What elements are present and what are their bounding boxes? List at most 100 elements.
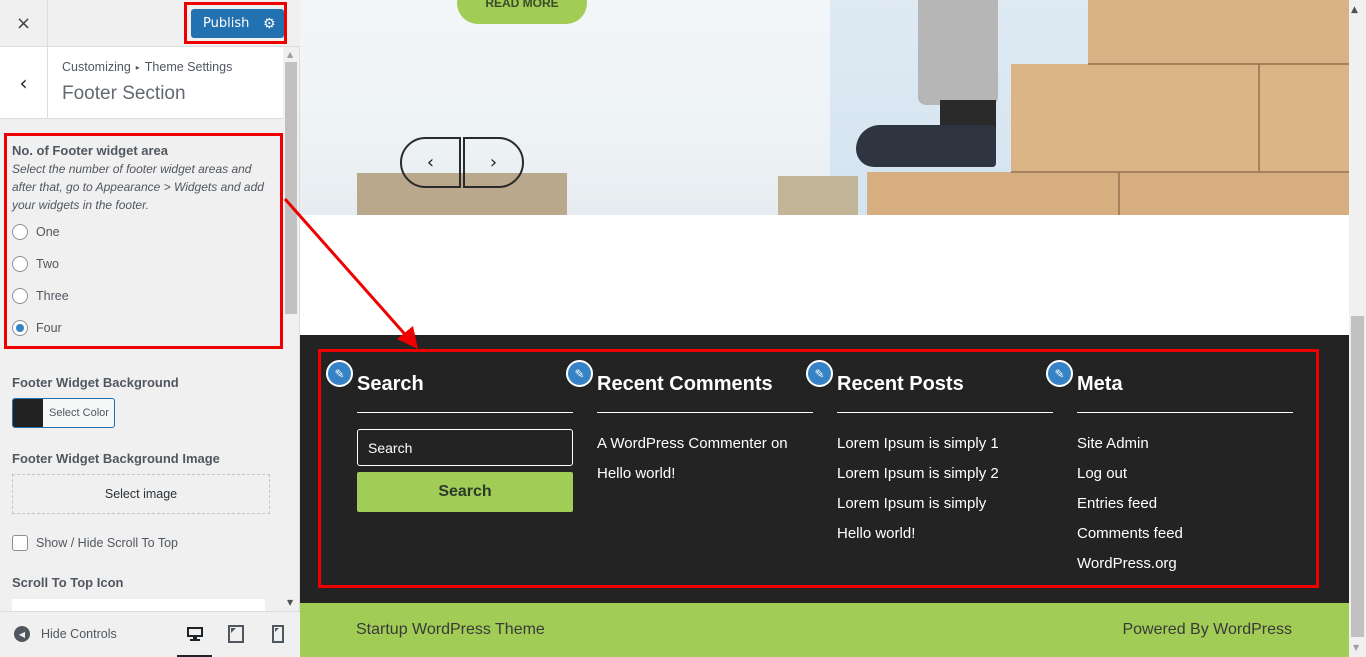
widget-list: Lorem Ipsum is simply 1 Lorem Ipsum is si… <box>837 429 999 549</box>
stone-joint <box>1011 171 1349 173</box>
customizer-header: × Publish ⚙ <box>0 0 300 47</box>
color-swatch <box>13 399 43 427</box>
breadcrumb-separator-icon: ▸ <box>135 63 140 72</box>
person-shoe <box>856 125 996 167</box>
widget-list-link[interactable]: Log out <box>1077 459 1183 489</box>
scroll-to-top-checkbox[interactable] <box>12 535 28 551</box>
gear-icon[interactable]: ⚙ <box>263 16 276 32</box>
scroll-to-top-toggle-control: Show / Hide Scroll To Top <box>12 535 178 551</box>
customizer-footer: ◀ Hide Controls <box>0 611 300 657</box>
widget-area-radio-group: One Two Three Four <box>12 216 267 344</box>
device-desktop-button[interactable] <box>177 624 212 657</box>
radio-label: Two <box>36 257 59 271</box>
breadcrumb: Customizing ▸ Theme Settings <box>62 60 232 74</box>
radio-option-one[interactable]: One <box>12 216 267 248</box>
stone-step <box>1011 64 1349 172</box>
footer-widgets-section: ✎ Search Search Search ✎ Recent Comments A Wor… <box>300 335 1349 603</box>
radio-option-four[interactable]: Four <box>12 312 267 344</box>
search-input[interactable]: Search <box>357 429 573 466</box>
collapse-arrow-icon: ◀ <box>14 626 30 642</box>
footer-widget-area-label: No. of Footer widget area <box>12 143 169 158</box>
radio-option-three[interactable]: Three <box>12 280 267 312</box>
read-more-button[interactable]: READ MORE <box>457 0 587 24</box>
widget-list-link[interactable]: Site Admin <box>1077 429 1183 459</box>
scroll-down-arrow-icon[interactable]: ▼ <box>1353 643 1359 652</box>
widget-title-divider <box>597 412 813 413</box>
radio-button[interactable] <box>12 224 28 240</box>
radio-button[interactable] <box>12 320 28 336</box>
widget-background-image-control: Footer Widget Background Image Select im… <box>12 451 270 514</box>
breadcrumb-current: Theme Settings <box>144 60 233 74</box>
copyright-bar: Startup WordPress Theme Powered By WordP… <box>300 603 1349 657</box>
mobile-icon <box>272 625 284 643</box>
widget-title-divider <box>357 412 573 413</box>
edit-widget-pencil-icon[interactable]: ✎ <box>326 360 353 387</box>
widget-list: A WordPress Commenter on Hello world! <box>597 429 788 489</box>
section-header: ‹ Customizing ▸ Theme Settings Footer Sect… <box>0 47 283 119</box>
chevron-right-icon: › <box>489 152 498 173</box>
edit-widget-pencil-icon[interactable]: ✎ <box>566 360 593 387</box>
widget-list-link[interactable]: A WordPress Commenter on <box>597 429 788 459</box>
radio-option-two[interactable]: Two <box>12 248 267 280</box>
hero-slider-image: READ MORE ‹ › <box>300 0 1349 215</box>
scroll-up-arrow-icon[interactable]: ▲ <box>287 50 293 59</box>
radio-label: Three <box>36 289 69 303</box>
stone-joint <box>1258 64 1260 172</box>
radio-button[interactable] <box>12 288 28 304</box>
chevron-left-icon: ‹ <box>19 70 28 95</box>
widget-title: Recent Posts <box>837 373 964 395</box>
chevron-left-icon: ‹ <box>426 152 435 173</box>
slider-next-button[interactable]: › <box>463 137 524 188</box>
edit-widget-pencil-icon[interactable]: ✎ <box>1046 360 1073 387</box>
widget-title-divider <box>1077 412 1293 413</box>
stone-joint <box>1118 172 1120 215</box>
widget-list-link[interactable]: WordPress.org <box>1077 549 1183 579</box>
edit-widget-pencil-icon[interactable]: ✎ <box>806 360 833 387</box>
scroll-to-top-checkbox-row[interactable]: Show / Hide Scroll To Top <box>12 535 178 551</box>
radio-button[interactable] <box>12 256 28 272</box>
background-building <box>778 176 858 215</box>
widget-title: Recent Comments <box>597 373 773 395</box>
widget-list-link[interactable]: Hello world! <box>597 459 788 489</box>
hide-controls-label: Hide Controls <box>41 627 117 641</box>
close-icon: × <box>15 12 32 34</box>
publish-label: Publish <box>203 16 250 31</box>
scroll-up-arrow-icon[interactable]: ▲ <box>1351 5 1358 15</box>
widget-title: Meta <box>1077 373 1123 395</box>
slider-navigation: ‹ › <box>400 137 524 188</box>
device-tablet-button[interactable] <box>226 624 246 644</box>
widget-background-image-label: Footer Widget Background Image <box>12 451 220 466</box>
back-button[interactable]: ‹ <box>0 47 48 118</box>
scroll-to-top-icon-select[interactable] <box>12 599 265 611</box>
widget-list-link[interactable]: Entries feed <box>1077 489 1183 519</box>
select-image-button[interactable]: Select image <box>12 474 270 514</box>
copyright-left-text[interactable]: Startup WordPress Theme <box>356 621 545 639</box>
scroll-down-arrow-icon[interactable]: ▼ <box>287 598 293 607</box>
radio-label: One <box>36 225 60 239</box>
device-mobile-button[interactable] <box>268 624 288 644</box>
widget-list-link[interactable]: Hello world! <box>837 519 999 549</box>
widget-list-link[interactable]: Lorem Ipsum is simply 2 <box>837 459 999 489</box>
search-submit-button[interactable]: Search <box>357 472 573 512</box>
publish-button[interactable]: Publish ⚙ <box>191 9 284 38</box>
section-title: Footer Section <box>62 83 186 104</box>
preview-scrollbar-thumb[interactable] <box>1351 316 1364 637</box>
widget-background-label: Footer Widget Background <box>12 375 179 390</box>
customizer-sidebar: × Publish ⚙ ‹ Customizing ▸ Theme Settings… <box>0 0 300 657</box>
copyright-right-text[interactable]: Powered By WordPress <box>1122 621 1292 639</box>
widget-list-link[interactable]: Lorem Ipsum is simply 1 <box>837 429 999 459</box>
widget-list-link[interactable]: Lorem Ipsum is simply <box>837 489 999 519</box>
radio-label: Four <box>36 321 62 335</box>
widget-list-link[interactable]: Comments feed <box>1077 519 1183 549</box>
tablet-icon <box>228 625 244 643</box>
close-customizer-button[interactable]: × <box>0 0 48 46</box>
select-color-button[interactable]: Select Color <box>12 398 115 428</box>
publish-highlight: Publish ⚙ <box>184 2 287 44</box>
radio-selected-dot <box>16 324 24 332</box>
scroll-to-top-icon-label: Scroll To Top Icon <box>12 575 124 590</box>
stone-joint <box>1088 63 1349 65</box>
hide-controls-button[interactable]: ◀ Hide Controls <box>14 626 117 642</box>
slider-prev-button[interactable]: ‹ <box>400 137 461 188</box>
widget-list: Site Admin Log out Entries feed Comments fe… <box>1077 429 1183 579</box>
sidebar-scrollbar-thumb[interactable] <box>285 62 297 314</box>
